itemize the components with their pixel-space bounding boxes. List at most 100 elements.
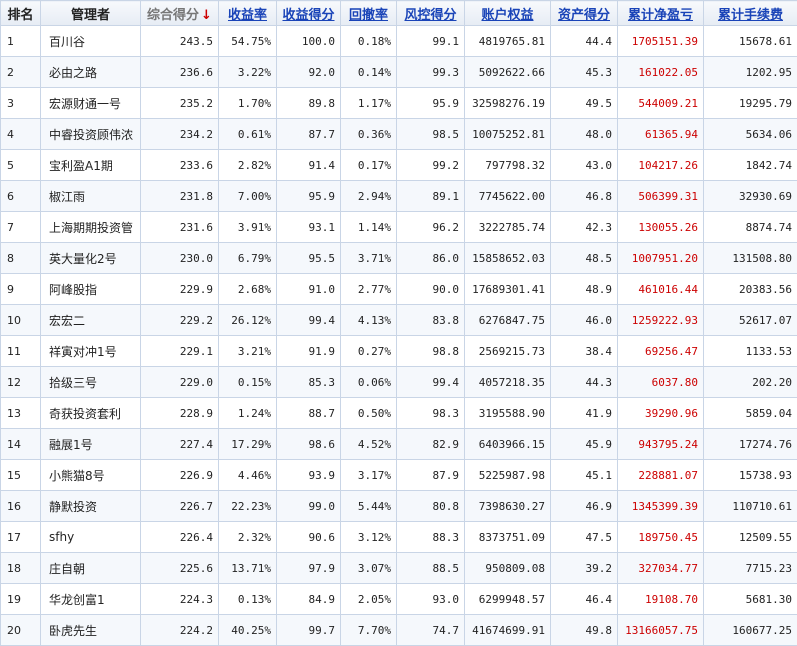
- header-manager: 管理者: [41, 1, 141, 26]
- cell-cum-fee: 15738.93: [704, 460, 797, 491]
- cell-cum-fee: 12509.55: [704, 522, 797, 553]
- cell-drawdown: 5.44%: [341, 491, 397, 522]
- header-cum-fee[interactable]: 累计手续费: [704, 1, 797, 26]
- cell-drawdown: 0.14%: [341, 57, 397, 88]
- cell-asset-score: 45.1: [551, 460, 618, 491]
- ranking-table: 排名 管理者 综合得分↓ 收益率 收益得分 回撤率 风控得分 账户权益 资产得分…: [0, 0, 797, 646]
- cell-equity: 7745622.00: [465, 181, 551, 212]
- cell-rank: 18: [1, 553, 41, 584]
- cell-equity: 797798.32: [465, 150, 551, 181]
- cell-equity: 6403966.15: [465, 429, 551, 460]
- cell-cum-pnl: 6037.80: [618, 367, 704, 398]
- cell-return-rate: 0.15%: [219, 367, 277, 398]
- cell-equity: 6299948.57: [465, 584, 551, 615]
- cell-equity: 950809.08: [465, 553, 551, 584]
- cell-composite-score: 226.9: [141, 460, 219, 491]
- cell-return-score: 84.9: [277, 584, 341, 615]
- table-row: 3宏源财通一号235.21.70%89.81.17%95.932598276.1…: [1, 88, 797, 119]
- header-risk-score[interactable]: 风控得分: [397, 1, 465, 26]
- cell-risk-score: 98.3: [397, 398, 465, 429]
- cell-equity: 15858652.03: [465, 243, 551, 274]
- cell-drawdown: 3.17%: [341, 460, 397, 491]
- cell-composite-score: 228.9: [141, 398, 219, 429]
- header-asset-score[interactable]: 资产得分: [551, 1, 618, 26]
- cell-return-score: 95.5: [277, 243, 341, 274]
- table-row: 14融展1号227.417.29%98.64.52%82.96403966.15…: [1, 429, 797, 460]
- cell-risk-score: 87.9: [397, 460, 465, 491]
- cell-cum-fee: 1202.95: [704, 57, 797, 88]
- cell-asset-score: 47.5: [551, 522, 618, 553]
- cell-asset-score: 38.4: [551, 336, 618, 367]
- cell-manager: 百川谷: [41, 26, 141, 57]
- cell-composite-score: 229.2: [141, 305, 219, 336]
- cell-return-rate: 0.13%: [219, 584, 277, 615]
- cell-risk-score: 80.8: [397, 491, 465, 522]
- cell-cum-pnl: 39290.96: [618, 398, 704, 429]
- cell-asset-score: 44.3: [551, 367, 618, 398]
- cell-equity: 6276847.75: [465, 305, 551, 336]
- cell-equity: 7398630.27: [465, 491, 551, 522]
- cell-manager: 宏源财通一号: [41, 88, 141, 119]
- cell-composite-score: 234.2: [141, 119, 219, 150]
- cell-asset-score: 46.8: [551, 181, 618, 212]
- cell-drawdown: 2.94%: [341, 181, 397, 212]
- cell-manager: 静默投资: [41, 491, 141, 522]
- table-row: 7上海期期投资管231.63.91%93.11.14%96.23222785.7…: [1, 212, 797, 243]
- cell-cum-pnl: 544009.21: [618, 88, 704, 119]
- header-drawdown[interactable]: 回撤率: [341, 1, 397, 26]
- cell-rank: 7: [1, 212, 41, 243]
- cell-return-rate: 26.12%: [219, 305, 277, 336]
- cell-rank: 9: [1, 274, 41, 305]
- cell-return-rate: 2.82%: [219, 150, 277, 181]
- cell-equity: 2569215.73: [465, 336, 551, 367]
- header-composite-score[interactable]: 综合得分↓: [141, 1, 219, 26]
- cell-return-rate: 4.46%: [219, 460, 277, 491]
- cell-manager: 英大量化2号: [41, 243, 141, 274]
- cell-return-score: 87.7: [277, 119, 341, 150]
- cell-cum-fee: 20383.56: [704, 274, 797, 305]
- cell-risk-score: 90.0: [397, 274, 465, 305]
- cell-drawdown: 2.77%: [341, 274, 397, 305]
- cell-risk-score: 88.3: [397, 522, 465, 553]
- cell-rank: 14: [1, 429, 41, 460]
- cell-risk-score: 99.2: [397, 150, 465, 181]
- table-body: 1百川谷243.554.75%100.00.18%99.14819765.814…: [1, 26, 797, 646]
- cell-rank: 13: [1, 398, 41, 429]
- table-row: 12拾级三号229.00.15%85.30.06%99.44057218.354…: [1, 367, 797, 398]
- cell-return-score: 90.6: [277, 522, 341, 553]
- cell-return-rate: 3.21%: [219, 336, 277, 367]
- cell-rank: 1: [1, 26, 41, 57]
- cell-rank: 12: [1, 367, 41, 398]
- cell-rank: 19: [1, 584, 41, 615]
- cell-risk-score: 96.2: [397, 212, 465, 243]
- cell-cum-fee: 17274.76: [704, 429, 797, 460]
- header-equity[interactable]: 账户权益: [465, 1, 551, 26]
- header-return-rate[interactable]: 收益率: [219, 1, 277, 26]
- header-cum-pnl[interactable]: 累计净盈亏: [618, 1, 704, 26]
- cell-risk-score: 83.8: [397, 305, 465, 336]
- cell-composite-score: 231.8: [141, 181, 219, 212]
- cell-asset-score: 44.4: [551, 26, 618, 57]
- cell-rank: 11: [1, 336, 41, 367]
- cell-drawdown: 3.07%: [341, 553, 397, 584]
- cell-composite-score: 229.1: [141, 336, 219, 367]
- sort-down-arrow-icon: ↓: [201, 8, 212, 23]
- cell-rank: 6: [1, 181, 41, 212]
- cell-manager: 祥寅对冲1号: [41, 336, 141, 367]
- table-row: 9阿峰股指229.92.68%91.02.77%90.017689301.414…: [1, 274, 797, 305]
- cell-drawdown: 3.71%: [341, 243, 397, 274]
- cell-cum-fee: 7715.23: [704, 553, 797, 584]
- cell-rank: 4: [1, 119, 41, 150]
- cell-risk-score: 86.0: [397, 243, 465, 274]
- cell-return-rate: 3.91%: [219, 212, 277, 243]
- table-row: 15小熊猫8号226.94.46%93.93.17%87.95225987.98…: [1, 460, 797, 491]
- cell-return-score: 91.0: [277, 274, 341, 305]
- table-row: 18庄自朝225.613.71%97.93.07%88.5950809.0839…: [1, 553, 797, 584]
- cell-cum-fee: 202.20: [704, 367, 797, 398]
- cell-rank: 17: [1, 522, 41, 553]
- header-return-score[interactable]: 收益得分: [277, 1, 341, 26]
- cell-rank: 2: [1, 57, 41, 88]
- cell-drawdown: 0.06%: [341, 367, 397, 398]
- cell-return-score: 85.3: [277, 367, 341, 398]
- cell-return-rate: 22.23%: [219, 491, 277, 522]
